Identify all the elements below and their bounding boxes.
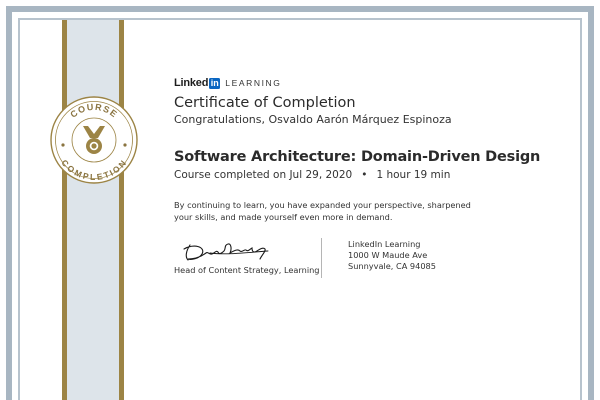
brand-in-badge: in	[209, 77, 221, 89]
address-line-3: Sunnyvale, CA 94085	[348, 261, 436, 271]
recipient-congrats: Congratulations, Osvaldo Aarón Márquez E…	[174, 113, 452, 126]
company-address: LinkedIn Learning 1000 W Maude Ave Sunny…	[348, 239, 436, 272]
completion-info: Course completed on Jul 29, 2020 • 1 hour …	[174, 169, 574, 182]
separator-dot: •	[361, 169, 368, 181]
certificate-content: Linked in LEARNING Certificate of Comple…	[174, 76, 574, 287]
completion-date: Course completed on Jul 29, 2020	[174, 169, 353, 181]
signature-image	[183, 243, 269, 261]
ribbon-band	[67, 20, 119, 400]
brand-linked-text: Linked	[174, 77, 209, 89]
course-title: Software Architecture: Domain-Driven Des…	[174, 149, 541, 165]
signature-row: Head of Content Strategy, Learning Linke…	[174, 238, 574, 287]
address-line-1: LinkedIn Learning	[348, 239, 421, 249]
seal-dot-right	[123, 143, 127, 147]
signer-title: Head of Content Strategy, Learning	[174, 265, 320, 275]
course-duration: 1 hour 19 min	[376, 169, 451, 181]
course-completion-seal: COURSE COMPLETION	[50, 96, 138, 184]
certificate-title: Certificate of Completion	[174, 95, 356, 111]
ribbon-gold-stripe-right	[119, 20, 124, 400]
seal-dot-left	[61, 143, 65, 147]
brand-learning-text: LEARNING	[225, 78, 282, 88]
certificate-body-text: By continuing to learn, you have expande…	[174, 200, 471, 222]
address-line-2: 1000 W Maude Ave	[348, 250, 428, 260]
signature-divider	[321, 238, 322, 278]
linkedin-learning-logo: Linked in LEARNING	[174, 76, 574, 90]
